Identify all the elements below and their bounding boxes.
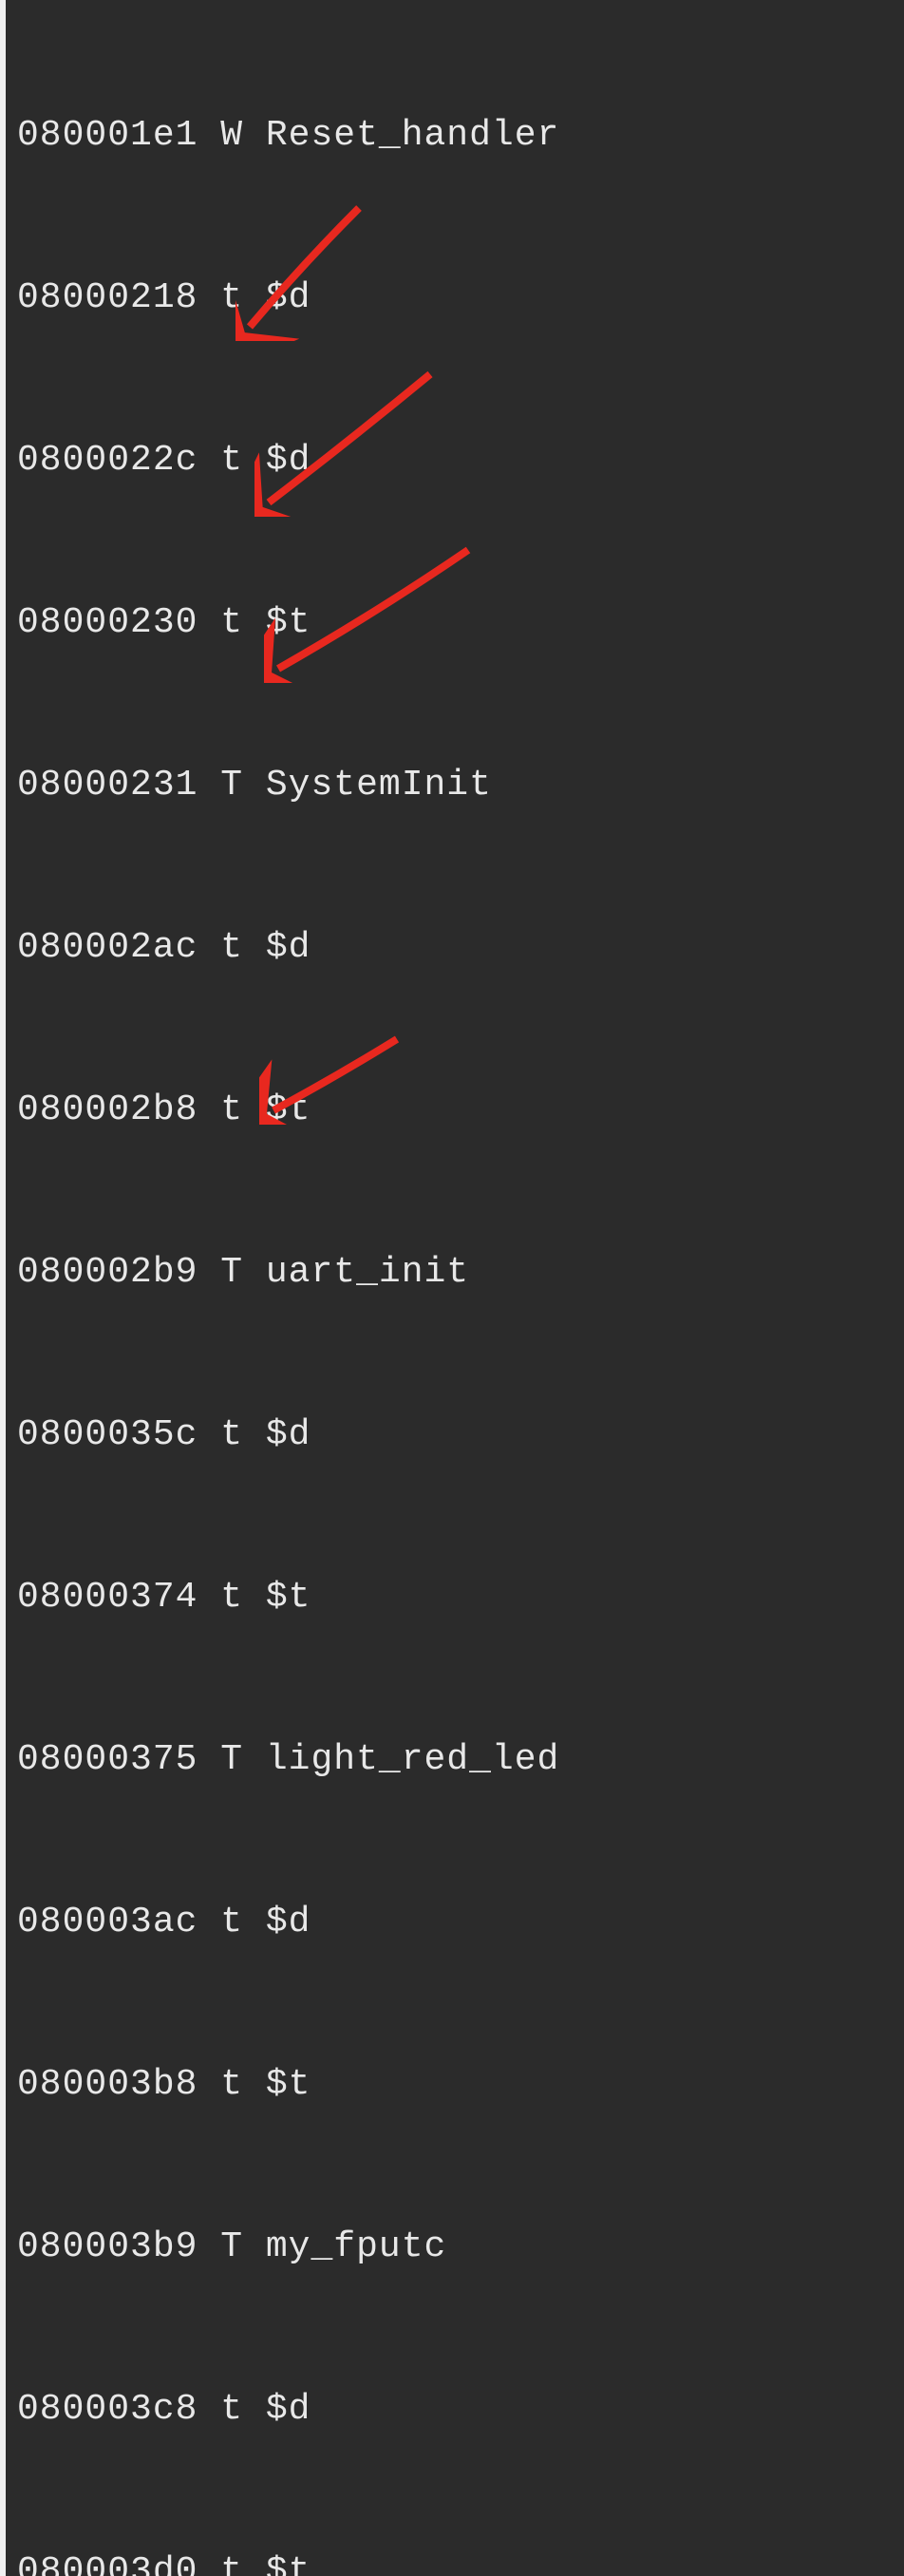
symbol-line: 080003c8 t $d <box>17 2382 904 2436</box>
symbol-type: W <box>220 115 243 156</box>
address: 080003b9 <box>17 2226 198 2267</box>
symbol-line: 08000375 T light_red_led <box>17 1733 904 1787</box>
symbol-name: $t <box>266 1577 311 1618</box>
symbol-name: $d <box>266 277 311 318</box>
symbol-line: 08000230 t $t <box>17 596 904 650</box>
symbol-type: t <box>220 440 243 481</box>
symbol-line: 080003ac t $d <box>17 1895 904 1949</box>
symbol-line: 0800035c t $d <box>17 1408 904 1462</box>
symbol-line: 080001e1 W Reset_handler <box>17 108 904 162</box>
address: 0800035c <box>17 1414 198 1455</box>
symbol-type: t <box>220 2551 243 2576</box>
address: 080002b8 <box>17 1089 198 1130</box>
terminal-output: 080001e1 W Reset_handler 08000218 t $d 0… <box>17 0 904 2576</box>
symbol-line: 080002ac t $d <box>17 920 904 975</box>
address: 080003ac <box>17 1902 198 1942</box>
address: 080002b9 <box>17 1252 198 1293</box>
symbol-name: uart_init <box>266 1252 469 1293</box>
symbol-name: $t <box>266 2064 311 2105</box>
address: 08000218 <box>17 277 198 318</box>
symbol-type: T <box>220 1252 243 1293</box>
symbol-name: $t <box>266 602 311 643</box>
symbol-name: $d <box>266 927 311 968</box>
symbol-line: 080002b8 t $t <box>17 1083 904 1137</box>
symbol-name: $d <box>266 1414 311 1455</box>
symbol-line: 08000374 t $t <box>17 1570 904 1624</box>
symbol-name: my_fputc <box>266 2226 446 2267</box>
symbol-name: SystemInit <box>266 765 492 805</box>
symbol-line: 080003b9 T my_fputc <box>17 2220 904 2274</box>
symbol-line: 0800022c t $d <box>17 433 904 487</box>
address: 080003c8 <box>17 2389 198 2430</box>
symbol-type: T <box>220 1739 243 1780</box>
symbol-name: $d <box>266 2389 311 2430</box>
address: 08000374 <box>17 1577 198 1618</box>
symbol-line: 080003b8 t $t <box>17 2057 904 2112</box>
symbol-type: t <box>220 927 243 968</box>
symbol-type: t <box>220 602 243 643</box>
symbol-name: light_red_led <box>266 1739 559 1780</box>
symbol-type: T <box>220 2226 243 2267</box>
symbol-type: T <box>220 765 243 805</box>
address: 080003d0 <box>17 2551 198 2576</box>
address: 080001e1 <box>17 115 198 156</box>
symbol-type: t <box>220 277 243 318</box>
symbol-line: 08000231 T SystemInit <box>17 758 904 812</box>
address: 0800022c <box>17 440 198 481</box>
address: 08000230 <box>17 602 198 643</box>
symbol-type: t <box>220 1902 243 1942</box>
symbol-line: 080003d0 t $t <box>17 2545 904 2576</box>
symbol-type: t <box>220 1414 243 1455</box>
symbol-line: 080002b9 T uart_init <box>17 1245 904 1299</box>
symbol-type: t <box>220 2064 243 2105</box>
address: 08000375 <box>17 1739 198 1780</box>
symbol-type: t <box>220 1089 243 1130</box>
address: 08000231 <box>17 765 198 805</box>
symbol-type: t <box>220 2389 243 2430</box>
symbol-name: $d <box>266 1902 311 1942</box>
symbol-name: Reset_handler <box>266 115 559 156</box>
address: 080003b8 <box>17 2064 198 2105</box>
symbol-name: $d <box>266 440 311 481</box>
symbol-name: $t <box>266 1089 311 1130</box>
symbol-line: 08000218 t $d <box>17 271 904 325</box>
symbol-name: $t <box>266 2551 311 2576</box>
address: 080002ac <box>17 927 198 968</box>
symbol-type: t <box>220 1577 243 1618</box>
